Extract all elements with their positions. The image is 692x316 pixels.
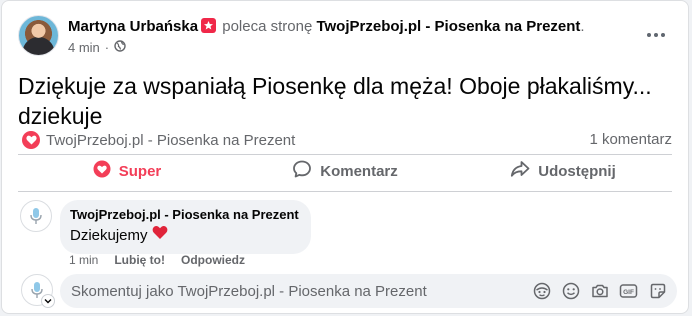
comment-composer: GIF <box>60 274 677 308</box>
heart-reaction-icon <box>22 131 40 149</box>
more-dot-icon <box>661 33 665 37</box>
super-label: Super <box>118 162 162 180</box>
recommend-icon <box>201 18 217 33</box>
svg-text:GIF: GIF <box>623 289 634 296</box>
post-text: Dziękuje za wspaniałą Piosenkę dla męża!… <box>18 73 652 129</box>
more-dot-icon <box>654 33 658 37</box>
author-name[interactable]: Martyna Urbańska <box>68 18 198 35</box>
emoji-icon[interactable] <box>561 282 580 301</box>
reaction-names: TwojPrzeboj.pl - Piosenka na Prezent <box>46 131 296 149</box>
comment-meta: 1 min Lubię to! Odpowiedz <box>69 253 245 267</box>
post-card: Martyna Urbańska poleca stronę TwojPrzeb… <box>1 0 689 314</box>
comment-text: Dziekujemy <box>70 225 299 246</box>
composer-icons: GIF <box>532 282 677 301</box>
share-button[interactable]: Udostępnij <box>454 156 672 186</box>
chevron-down-icon[interactable] <box>41 294 55 308</box>
post-header: Martyna Urbańska poleca stronę TwojPrzeb… <box>68 17 585 37</box>
sticker-icon[interactable] <box>648 282 667 301</box>
comment-message: Dziekujemy <box>70 226 148 244</box>
divider <box>18 154 672 155</box>
comment-author[interactable]: TwojPrzeboj.pl - Piosenka na Prezent <box>70 207 299 223</box>
gif-icon[interactable]: GIF <box>619 282 638 301</box>
avatar-sticker-icon[interactable] <box>532 282 551 301</box>
globe-icon <box>114 40 126 55</box>
comment-count[interactable]: 1 komentarz <box>589 130 672 150</box>
header-period: . <box>580 18 585 35</box>
author-avatar[interactable] <box>18 15 59 56</box>
comment-time[interactable]: 1 min <box>69 253 98 267</box>
reply-button[interactable]: Odpowiedz <box>181 253 245 267</box>
share-label: Udostępnij <box>538 162 616 180</box>
action-bar: Super Komentarz Udostępnij <box>18 156 672 186</box>
divider <box>18 191 672 192</box>
share-arrow-icon <box>510 159 530 183</box>
camera-icon[interactable] <box>590 282 609 301</box>
reactions-summary[interactable]: TwojPrzeboj.pl - Piosenka na Prezent <box>22 130 295 150</box>
recommend-text: poleca stronę <box>222 18 313 35</box>
recommended-page-link[interactable]: TwojPrzeboj.pl - Piosenka na Prezent <box>316 18 580 35</box>
page-avatar[interactable] <box>20 200 52 232</box>
like-comment-button[interactable]: Lubię to! <box>114 253 165 267</box>
post-meta: 4 min · <box>68 40 126 55</box>
heart-icon <box>93 160 111 182</box>
more-dot-icon <box>647 33 651 37</box>
comment-bubble: TwojPrzeboj.pl - Piosenka na Prezent Dzi… <box>60 200 311 254</box>
super-button[interactable]: Super <box>18 156 236 186</box>
more-options-button[interactable] <box>644 25 668 45</box>
comment-input[interactable] <box>60 274 532 308</box>
red-heart-emoji-icon <box>152 225 168 246</box>
post-time[interactable]: 4 min <box>68 40 100 55</box>
comment-bubble-icon <box>292 159 312 183</box>
meta-separator: · <box>104 40 110 55</box>
comment-button[interactable]: Komentarz <box>236 156 454 186</box>
comment-label: Komentarz <box>320 162 398 180</box>
